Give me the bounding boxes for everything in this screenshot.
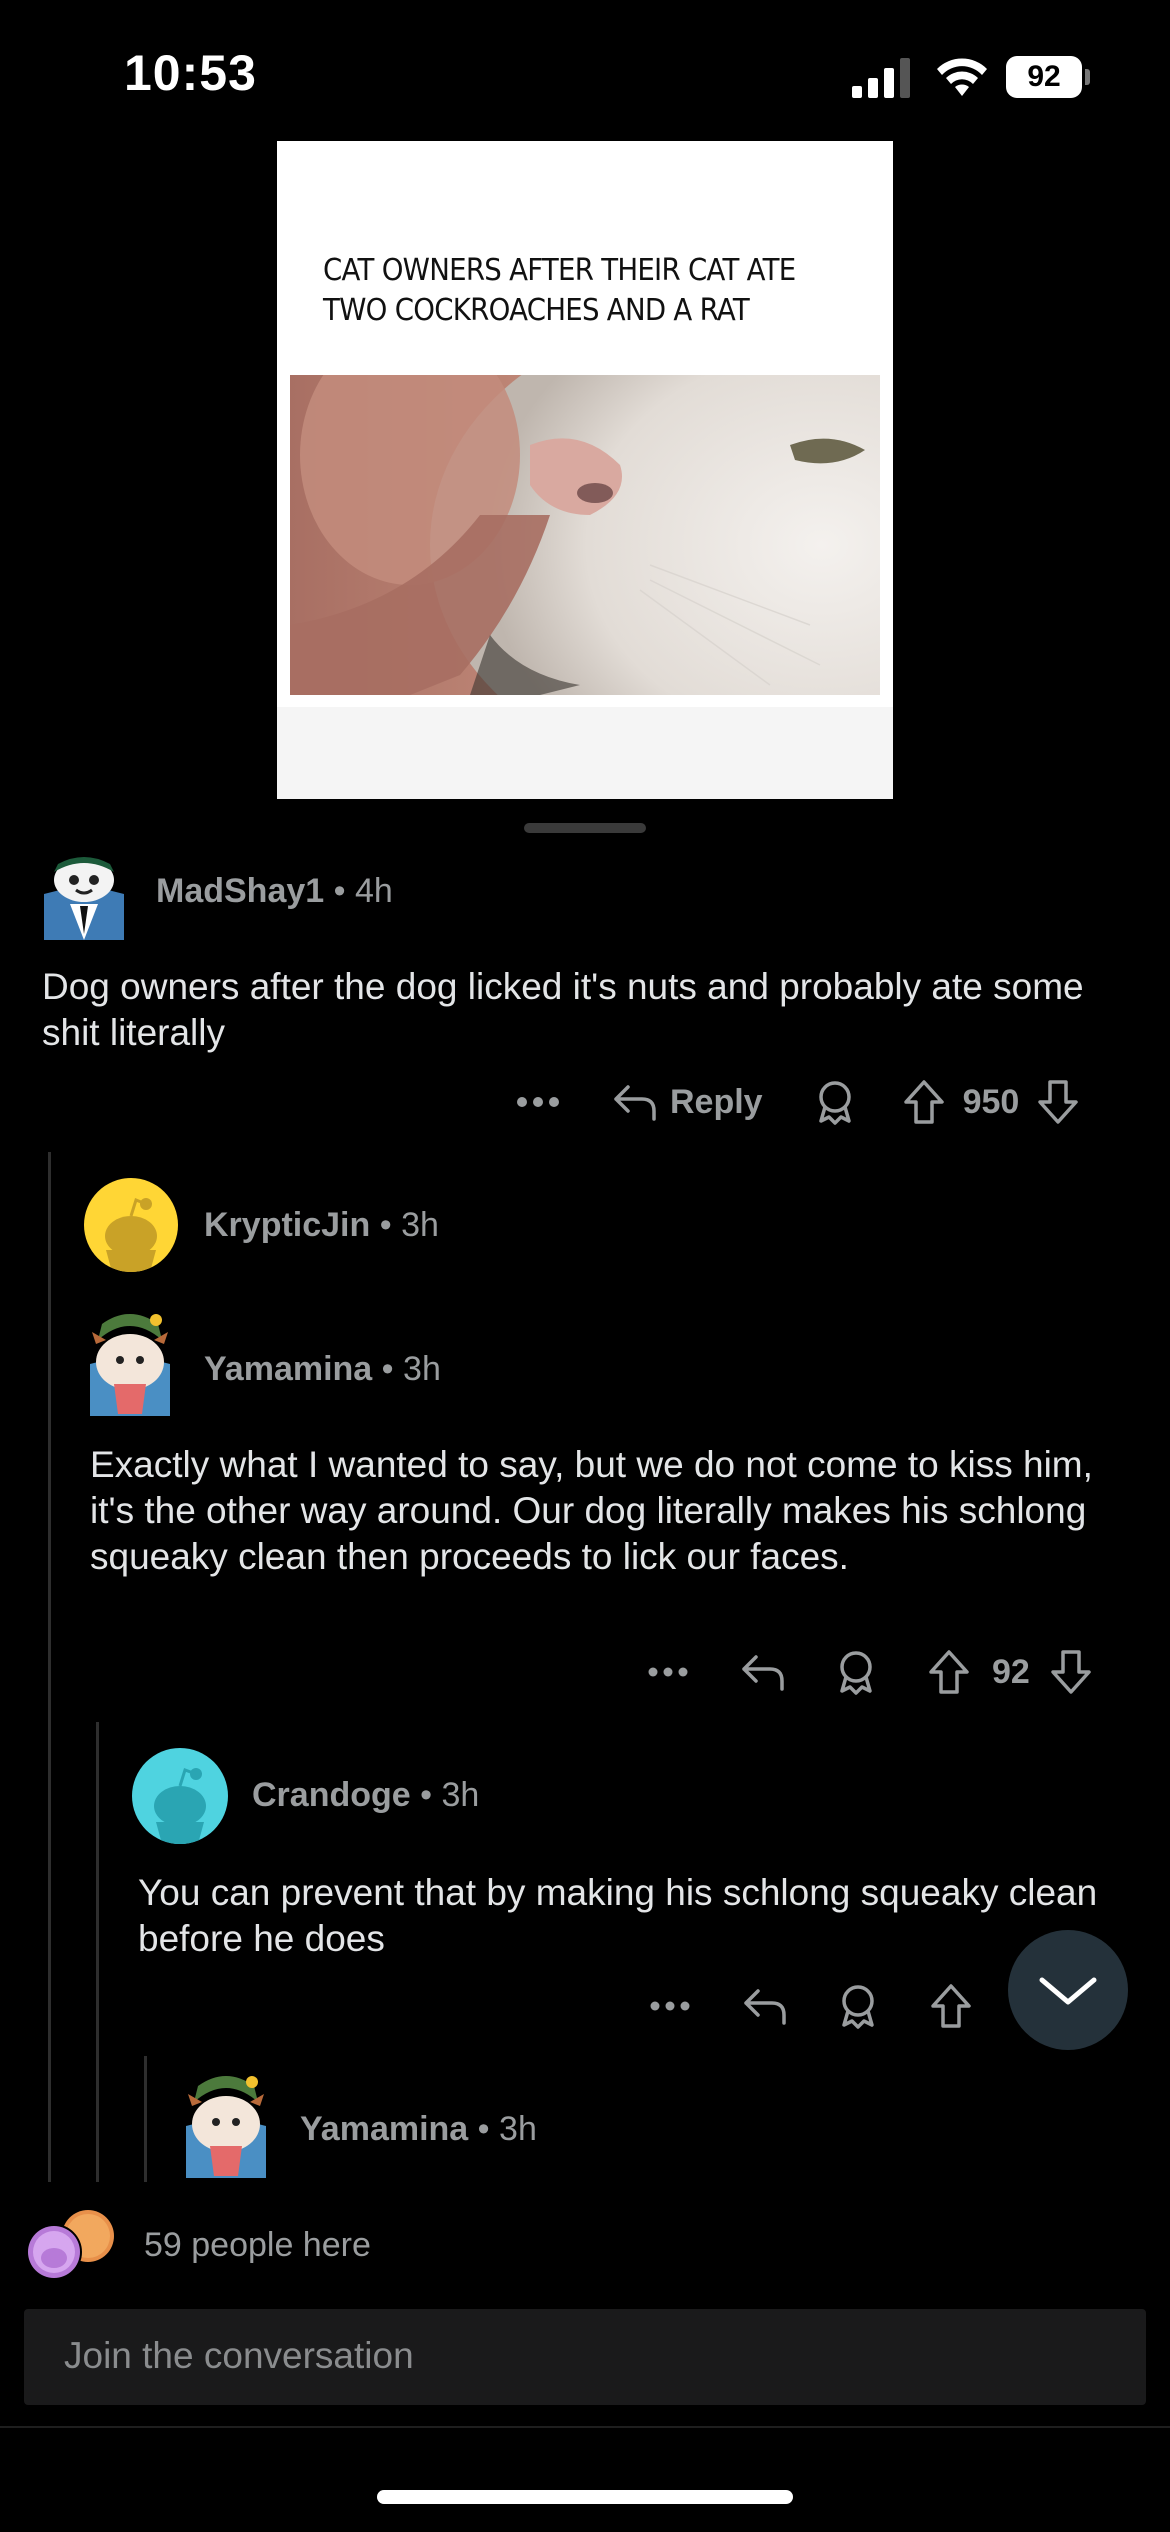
comment-author[interactable]: Crandoge • 3h	[252, 1776, 479, 1815]
award-icon[interactable]	[815, 1079, 855, 1125]
comment-author[interactable]: Yamamina • 3h	[300, 2110, 537, 2149]
downvote-icon[interactable]	[1037, 1079, 1079, 1125]
reply-icon[interactable]	[612, 1081, 658, 1123]
avatar[interactable]	[132, 1748, 228, 1844]
comment-text: Exactly what I wanted to say, but we do …	[90, 1444, 1093, 1577]
downvote-icon[interactable]	[1050, 1649, 1092, 1695]
cat-photo	[290, 375, 880, 695]
reply-icon[interactable]	[740, 1651, 786, 1693]
chevron-down-icon	[1039, 1977, 1097, 2005]
more-options-icon[interactable]	[648, 1666, 688, 1678]
reply-icon[interactable]	[742, 1985, 788, 2027]
avatar[interactable]	[40, 854, 128, 940]
comment-author[interactable]: MadShay1 • 4h	[156, 872, 393, 911]
drag-handle[interactable]	[524, 823, 646, 833]
cellular-signal-icon	[852, 58, 910, 98]
award-icon[interactable]	[838, 1983, 878, 2029]
award-icon[interactable]	[836, 1649, 876, 1695]
avatar[interactable]	[180, 2066, 272, 2178]
more-options-icon[interactable]	[516, 1096, 560, 1108]
comment-text: Dog owners after the dog licked it's nut…	[42, 966, 1084, 1053]
next-comment-button[interactable]	[1008, 1930, 1128, 2050]
home-indicator[interactable]	[377, 2490, 793, 2504]
reply-button[interactable]: Reply	[670, 1083, 763, 1122]
battery-level: 92	[1006, 56, 1082, 98]
vote-count: 92	[992, 1652, 1030, 1691]
thread-line[interactable]	[48, 1152, 51, 2182]
comment-text: You can prevent that by making his schlo…	[138, 1872, 1098, 1959]
vote-count: 950	[962, 1082, 1020, 1121]
presence-avatars	[26, 2208, 126, 2289]
battery-icon: 92	[1006, 56, 1090, 98]
meme-caption: CAT OWNERS AFTER THEIR CAT ATE TWO COCKR…	[323, 253, 796, 328]
avatar[interactable]	[84, 1178, 178, 1272]
post-image[interactable]: CAT OWNERS AFTER THEIR CAT ATE TWO COCKR…	[277, 141, 893, 799]
input-placeholder: Join the conversation	[64, 2335, 414, 2376]
avatar[interactable]	[84, 1304, 176, 1416]
people-here-count: 59 people here	[144, 2226, 371, 2264]
status-time: 10:53	[124, 45, 257, 101]
upvote-icon[interactable]	[903, 1079, 945, 1125]
upvote-icon[interactable]	[930, 1983, 972, 2029]
divider	[0, 2426, 1170, 2428]
comment-author[interactable]: Yamamina • 3h	[204, 1350, 441, 1389]
join-conversation-input[interactable]: Join the conversation	[24, 2309, 1146, 2405]
upvote-icon[interactable]	[928, 1649, 970, 1695]
more-options-icon[interactable]	[650, 2000, 690, 2012]
thread-line[interactable]	[144, 2056, 147, 2182]
thread-line[interactable]	[96, 1722, 99, 2182]
comment-author[interactable]: KrypticJin • 3h	[204, 1206, 439, 1245]
wifi-icon	[937, 58, 987, 96]
